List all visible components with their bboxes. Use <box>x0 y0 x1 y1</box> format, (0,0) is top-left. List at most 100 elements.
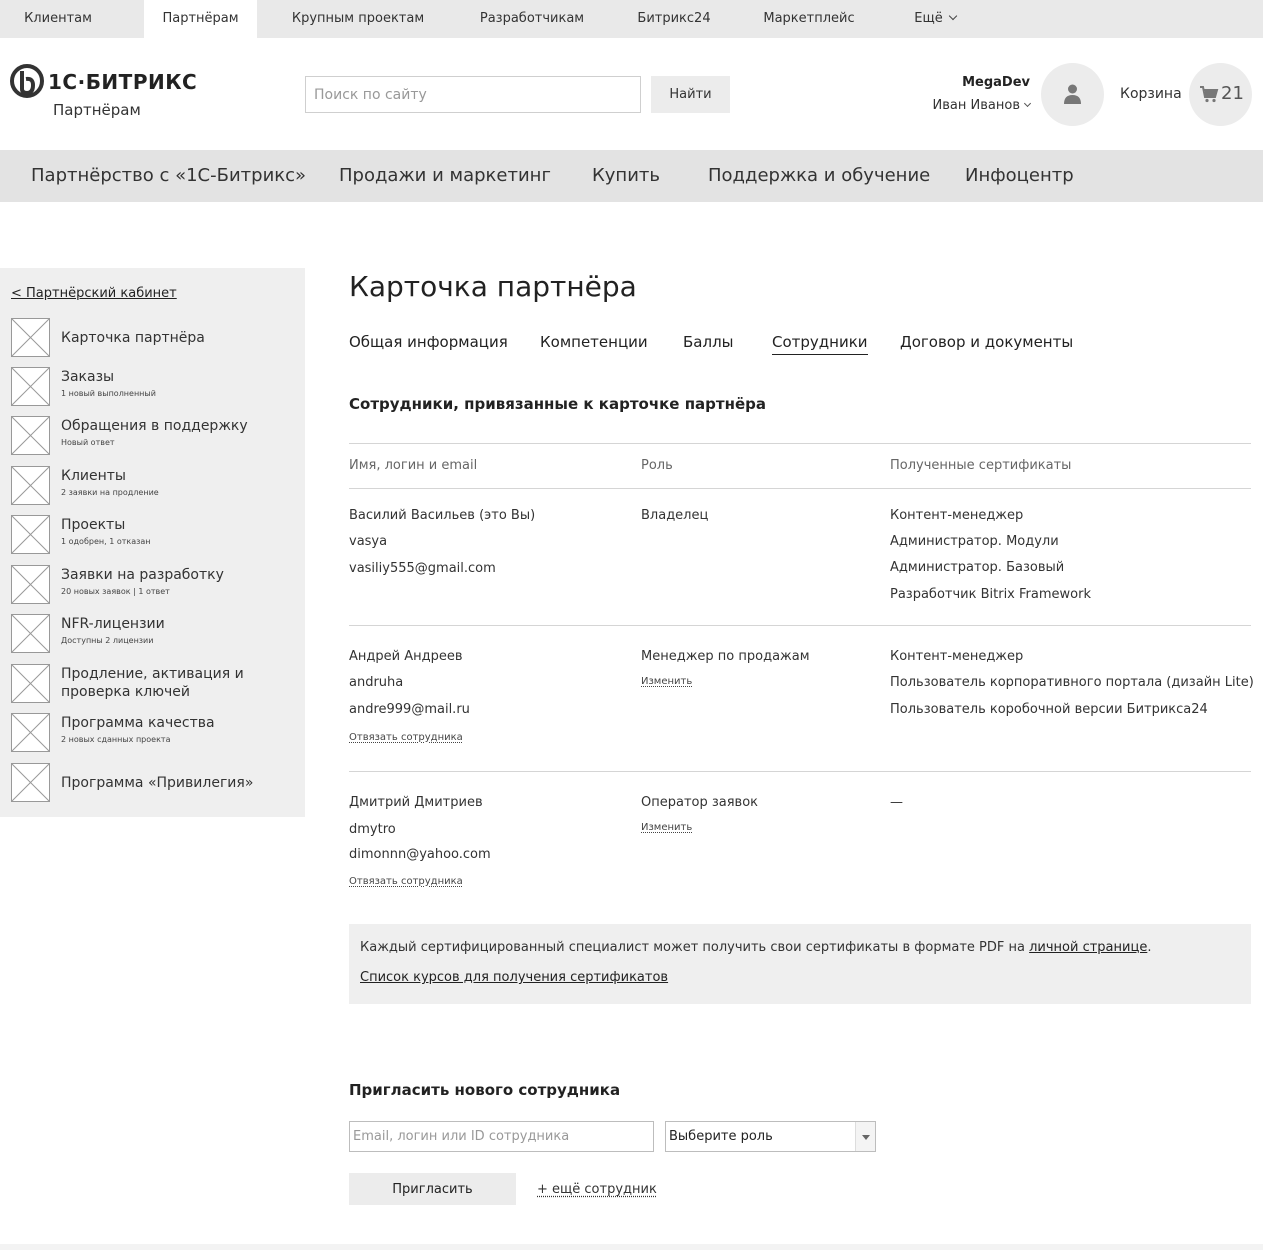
table-divider <box>349 443 1251 444</box>
top-tab-partners[interactable]: Партнёрам <box>144 0 257 38</box>
employee-email: vasiliy555@gmail.com <box>349 561 496 576</box>
chevron-down-icon <box>855 1122 875 1151</box>
column-header-certificates: Полученные сертификаты <box>890 458 1072 473</box>
employee-id-input[interactable] <box>349 1121 654 1152</box>
placeholder-icon <box>11 466 50 505</box>
nav-support-training[interactable]: Поддержка и обучение <box>708 150 930 202</box>
cart-icon <box>1200 86 1219 103</box>
sidebar-item-label: Обращения в поддержку <box>61 418 248 434</box>
tab-general-info[interactable]: Общая информация <box>349 333 508 351</box>
certificate: Контент-менеджер <box>890 508 1024 523</box>
invite-button[interactable]: Пригласить <box>349 1173 516 1205</box>
top-tab-more[interactable]: Ещё <box>900 0 970 38</box>
sidebar-item-sub: Новый ответ <box>61 438 115 447</box>
unlink-employee-link[interactable]: Отвязать сотрудника <box>349 876 463 887</box>
certificate: — <box>890 795 903 810</box>
sidebar-item-sub: 2 заявки на продление <box>61 488 159 497</box>
top-tab-clients[interactable]: Клиентам <box>10 0 106 38</box>
employee-role: Владелец <box>641 508 709 523</box>
sidebar: < Партнёрский кабинет Карточка партнёра … <box>0 268 305 817</box>
top-tab-developers[interactable]: Разработчикам <box>470 0 594 38</box>
top-tab-more-label: Ещё <box>914 11 943 26</box>
sidebar-item-label: Карточка партнёра <box>61 330 205 346</box>
info-text-before: Каждый сертифицированный специалист може… <box>360 940 1030 955</box>
user-menu[interactable]: Иван Иванов <box>890 98 1032 113</box>
table-divider <box>349 625 1251 626</box>
search-input[interactable] <box>305 76 641 113</box>
nav-sales-marketing[interactable]: Продажи и маркетинг <box>339 150 551 202</box>
bitrix-logo-icon[interactable] <box>10 64 44 98</box>
top-tab-bitrix24[interactable]: Битрикс24 <box>628 0 720 38</box>
column-header-role: Роль <box>641 458 673 473</box>
placeholder-icon <box>11 664 50 703</box>
chevron-down-icon <box>948 11 957 21</box>
cart-label[interactable]: Корзина <box>1120 86 1182 102</box>
certificate: Администратор. Модули <box>890 534 1059 549</box>
sidebar-item-projects[interactable]: Проекты 1 одобрен, 1 отказан <box>11 515 301 555</box>
nav-partnership[interactable]: Партнёрство с «1С-Битрикс» <box>31 150 306 202</box>
sidebar-item-label: Заказы <box>61 369 115 385</box>
employee-login: vasya <box>349 534 388 549</box>
info-text-after: . <box>1147 940 1152 955</box>
personal-page-link[interactable]: личной странице <box>1029 940 1147 955</box>
top-tab-marketplace[interactable]: Маркетплейс <box>752 0 866 38</box>
unlink-employee-link[interactable]: Отвязать сотрудника <box>349 732 463 743</box>
employee-name: Василий Васильев (это Вы) <box>349 508 536 523</box>
sidebar-item-keys[interactable]: Продление, активация и проверка ключей <box>11 664 301 704</box>
certificate: Пользователь коробочной версии Битрикса2… <box>890 702 1208 717</box>
sidebar-item-label: Программа «Привилегия» <box>61 775 254 791</box>
avatar[interactable] <box>1041 63 1104 126</box>
user-icon <box>1064 84 1081 104</box>
logo-text[interactable]: 1С·БИТРИКС <box>48 70 197 94</box>
chevron-down-icon <box>1023 99 1032 108</box>
sidebar-item-label: Заявки на разработку <box>61 567 224 583</box>
column-header-name: Имя, логин и email <box>349 458 478 473</box>
sidebar-item-nfr-licenses[interactable]: NFR-лицензии Доступны 2 лицензии <box>11 614 301 654</box>
cart-count: 21 <box>1221 83 1244 104</box>
sidebar-item-dev-requests[interactable]: Заявки на разработку 20 новых заявок | 1… <box>11 565 301 605</box>
add-another-employee-link[interactable]: + ещё сотрудник <box>537 1182 657 1197</box>
sidebar-item-quality[interactable]: Программа качества 2 новых сданных проек… <box>11 713 301 753</box>
back-to-cabinet-link[interactable]: < Партнёрский кабинет <box>11 286 177 301</box>
employee-email: dimonnn@yahoo.com <box>349 847 491 862</box>
sidebar-item-sub: 1 одобрен, 1 отказан <box>61 537 151 546</box>
placeholder-icon <box>11 367 50 406</box>
tab-contract-documents[interactable]: Договор и документы <box>900 333 1073 351</box>
page-title: Карточка партнёра <box>349 270 637 303</box>
sidebar-item-support[interactable]: Обращения в поддержку Новый ответ <box>11 416 301 456</box>
tab-employees[interactable]: Сотрудники <box>772 333 868 355</box>
section-title: Сотрудники, привязанные к карточке партн… <box>349 395 767 413</box>
courses-list-link[interactable]: Список курсов для получения сертификатов <box>360 970 668 985</box>
sidebar-item-orders[interactable]: Заказы 1 новый выполненный <box>11 367 301 407</box>
sidebar-item-privilege[interactable]: Программа «Привилегия» <box>11 763 301 803</box>
sidebar-item-label: NFR-лицензии <box>61 616 165 632</box>
certificates-info-box: Каждый сертифицированный специалист може… <box>349 924 1251 1004</box>
nav-buy[interactable]: Купить <box>592 150 660 202</box>
sidebar-item-sub: Доступны 2 лицензии <box>61 636 154 645</box>
employee-login: dmytro <box>349 822 396 837</box>
certificate: Администратор. Базовый <box>890 560 1065 575</box>
tab-points[interactable]: Баллы <box>683 333 734 351</box>
sidebar-item-clients[interactable]: Клиенты 2 заявки на продление <box>11 466 301 506</box>
sidebar-item-partner-card[interactable]: Карточка партнёра <box>11 318 301 358</box>
sidebar-item-label: Программа качества <box>61 715 215 731</box>
top-tab-large-projects[interactable]: Крупным проектам <box>278 0 438 38</box>
change-role-link[interactable]: Изменить <box>641 822 692 833</box>
placeholder-icon <box>11 614 50 653</box>
change-role-link[interactable]: Изменить <box>641 676 692 687</box>
employee-role: Менеджер по продажам <box>641 649 810 664</box>
cart-button[interactable]: 21 <box>1189 63 1252 126</box>
placeholder-icon <box>11 515 50 554</box>
employee-login: andruha <box>349 675 404 690</box>
search-button[interactable]: Найти <box>651 76 730 113</box>
nav-infocenter[interactable]: Инфоцентр <box>965 150 1074 202</box>
placeholder-icon <box>11 416 50 455</box>
invite-title: Пригласить нового сотрудника <box>349 1081 621 1099</box>
sidebar-item-label-line2: проверка ключей <box>61 684 191 700</box>
placeholder-icon <box>11 318 50 357</box>
sidebar-item-sub: 20 новых заявок | 1 ответ <box>61 587 170 596</box>
employee-role: Оператор заявок <box>641 795 759 810</box>
employee-email: andre999@mail.ru <box>349 702 470 717</box>
role-select[interactable]: Выберите роль <box>665 1121 876 1152</box>
tab-competencies[interactable]: Компетенции <box>540 333 648 351</box>
